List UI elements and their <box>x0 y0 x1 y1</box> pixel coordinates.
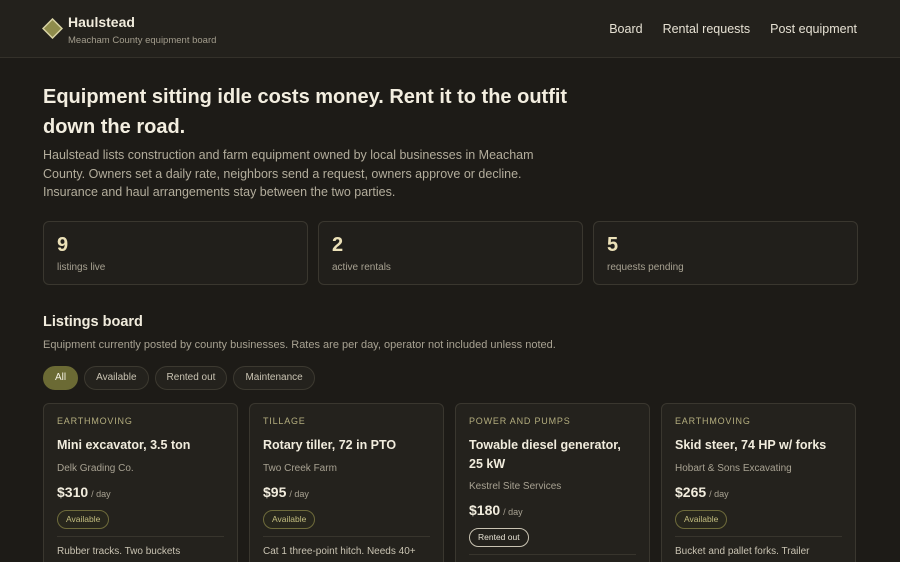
rate-unit: / day <box>709 488 729 499</box>
rate-unit: / day <box>91 488 111 499</box>
card-rate: $95/ day <box>263 484 430 502</box>
rate-amount: $310 <box>57 483 89 500</box>
card-title[interactable]: Rotary tiller, 72 in PTO <box>263 436 430 455</box>
card-note: Rubber tracks. Two buckets <box>57 545 181 557</box>
rate-amount: $180 <box>469 502 501 518</box>
card-category: Earthmoving <box>57 416 133 426</box>
stat-requests-pending: 5 requests pending <box>593 221 858 285</box>
status-badge: Available <box>57 509 110 529</box>
card-rate: $310/ day <box>57 484 224 502</box>
stat-label: listings live <box>57 262 106 273</box>
nav-post-equipment[interactable]: Post equipment <box>770 22 857 36</box>
rate-amount: $265 <box>675 483 707 500</box>
top-bar: Haulstead Meacham County equipment board… <box>0 0 900 58</box>
listing-card[interactable]: Tillage Rotary tiller, 72 in PTO Two Cre… <box>249 403 444 562</box>
main-nav: Board Rental requests Post equipment <box>609 22 857 36</box>
rate-amount: $95 <box>263 483 287 500</box>
nav-rental-requests[interactable]: Rental requests <box>663 22 751 36</box>
listing-card[interactable]: Earthmoving Mini excavator, 3.5 ton Delk… <box>43 403 238 562</box>
stat-value: 2 <box>332 234 344 256</box>
card-divider <box>57 535 224 537</box>
card-note: Bucket and pallet forks. Trailer <box>675 545 810 557</box>
listing-card[interactable]: Earthmoving Skid steer, 74 HP w/ forks H… <box>661 403 856 562</box>
rate-unit: / day <box>289 488 309 499</box>
filter-available[interactable]: Available <box>84 366 149 390</box>
card-rate: $180/ day <box>469 502 636 520</box>
filter-chips: All Available Rented out Maintenance <box>43 366 315 390</box>
card-title[interactable]: Mini excavator, 3.5 ton <box>57 436 224 455</box>
stat-active-rentals: 2 active rentals <box>318 221 583 285</box>
stat-listings-live: 9 listings live <box>43 221 308 285</box>
listings-description: Equipment currently posted by county bus… <box>43 339 556 351</box>
status-badge: Available <box>263 509 316 529</box>
card-divider <box>263 535 430 537</box>
card-category: Tillage <box>263 416 306 426</box>
listing-card[interactable]: Power and pumps Towable diesel generator… <box>455 403 650 562</box>
card-owner: Two Creek Farm <box>263 462 337 474</box>
stats-row: 9 listings live 2 active rentals 5 reque… <box>43 221 858 285</box>
status-badge: Rented out <box>469 528 529 547</box>
rate-unit: / day <box>503 507 523 517</box>
card-divider <box>469 554 636 555</box>
brand-subtitle: Meacham County equipment board <box>68 35 217 46</box>
filter-all[interactable]: All <box>43 366 79 390</box>
listings-title: Listings board <box>43 314 143 330</box>
hero-description: Haulstead lists construction and farm eq… <box>43 148 534 199</box>
filter-rented-out[interactable]: Rented out <box>154 366 228 390</box>
card-divider <box>675 535 842 537</box>
listing-cards: Earthmoving Mini excavator, 3.5 ton Delk… <box>43 403 856 562</box>
card-note: Cat 1 three-point hitch. Needs 40+ <box>263 545 416 557</box>
card-rate: $265/ day <box>675 484 842 502</box>
status-badge: Available <box>675 509 728 529</box>
filter-maintenance[interactable]: Maintenance <box>233 366 315 390</box>
card-category: Power and pumps <box>469 416 571 426</box>
card-owner: Delk Grading Co. <box>57 462 134 474</box>
stat-label: requests pending <box>607 262 684 273</box>
stat-value: 5 <box>607 234 619 256</box>
brand-name[interactable]: Haulstead <box>68 14 135 30</box>
stat-label: active rentals <box>332 262 391 273</box>
card-owner: Hobart & Sons Excavating <box>675 462 792 474</box>
diamond-logo-icon[interactable] <box>42 18 63 39</box>
card-category: Earthmoving <box>675 416 751 426</box>
stat-value: 9 <box>57 234 69 256</box>
card-title[interactable]: Skid steer, 74 HP w/ forks <box>675 436 842 455</box>
hero-title: Equipment sitting idle costs money. Rent… <box>43 86 568 138</box>
card-owner: Kestrel Site Services <box>469 481 562 492</box>
card-title[interactable]: Towable diesel generator, 25 kW <box>469 436 636 473</box>
nav-board[interactable]: Board <box>609 22 642 36</box>
